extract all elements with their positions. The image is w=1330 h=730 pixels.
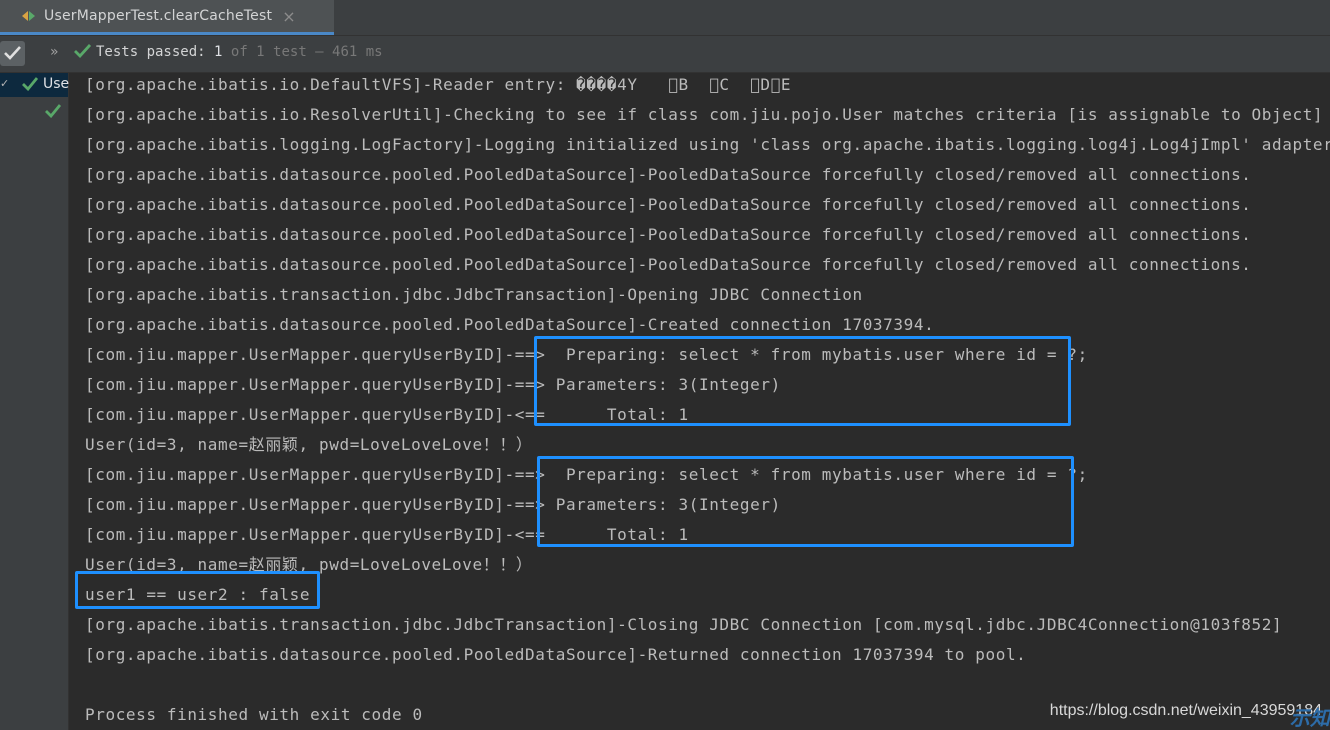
console-line: [org.apache.ibatis.logging.LogFactory]-L… [85,135,1330,154]
watermark-url: https://blog.csdn.net/weixin_43959184 [1049,702,1322,719]
tests-passed-label: Tests passed: [96,44,206,60]
console-line: [org.apache.ibatis.io.DefaultVFS]-Reader… [85,75,792,94]
console-line: [org.apache.ibatis.datasource.pooled.Poo… [85,165,1252,184]
tree-arrow-icon[interactable]: ✓ [0,77,9,90]
test-tree: ✓ User [0,73,75,730]
check-icon [4,46,21,60]
tree-item-user[interactable]: ✓ User [0,73,75,97]
console-output[interactable]: [org.apache.ibatis.io.DefaultVFS]-Reader… [69,73,1330,730]
watermark-logo: 示知 [1290,706,1330,730]
tab-usermappertest-clearcachetest[interactable]: UserMapperTest.clearCacheTest × [0,0,334,35]
console-line: [org.apache.ibatis.datasource.pooled.Poo… [85,645,1027,664]
console-line: [org.apache.ibatis.transaction.jdbc.Jdbc… [85,615,1283,634]
highlight-box-comparison [75,571,320,609]
test-status-bar: » Tests passed: 1 of 1 test – 461 ms [0,36,1330,73]
console-line: [org.apache.ibatis.datasource.pooled.Poo… [85,255,1252,274]
console-line: [org.apache.ibatis.datasource.pooled.Poo… [85,225,1252,244]
expand-icon[interactable]: » [50,44,59,60]
test-total-duration: of 1 test – 461 ms [230,44,383,60]
close-icon[interactable]: × [282,7,295,26]
console-line: [org.apache.ibatis.io.ResolverUtil]-Chec… [85,105,1324,124]
test-passed-icon[interactable] [45,104,61,118]
passed-count: 1 [214,44,223,60]
highlight-box-query-2 [537,456,1074,547]
highlight-box-query-1 [534,336,1071,426]
tests-passed-summary: Tests passed: 1 of 1 test – 461 ms [96,44,383,60]
editor-tab-bar: UserMapperTest.clearCacheTest × [0,0,1330,36]
test-passed-icon [22,77,38,91]
show-passed-toggle[interactable] [0,41,25,66]
console-line: [org.apache.ibatis.transaction.jdbc.Jdbc… [85,285,863,304]
tests-passed-check-icon [74,44,91,58]
console-line: [org.apache.ibatis.datasource.pooled.Poo… [85,195,1252,214]
run-config-icon [22,8,38,24]
tab-title: UserMapperTest.clearCacheTest [44,8,273,24]
